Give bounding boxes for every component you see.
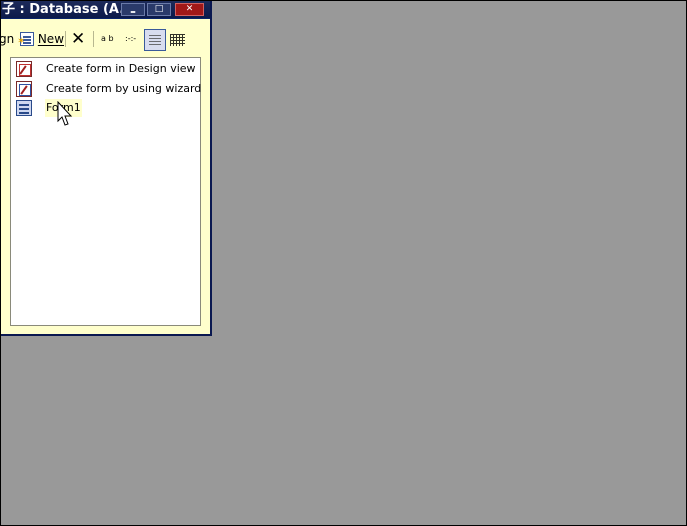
window-client-area: gn ✶ New ✕ a b :-:- Create form in Desig… bbox=[0, 19, 210, 334]
desktop-background: 子 : Database (A... ‗ □ ✕ gn ✶ New ✕ a b … bbox=[0, 0, 687, 526]
list-item-create-design-view[interactable]: Create form in Design view bbox=[11, 60, 200, 78]
delete-icon: ✕ bbox=[71, 29, 86, 49]
window-title: 子 : Database (A... bbox=[2, 2, 135, 17]
title-bar[interactable]: 子 : Database (A... ‗ □ ✕ bbox=[1, 1, 210, 18]
large-icons-icon: a b bbox=[101, 34, 114, 43]
list-item-label: Create form by using wizard bbox=[46, 82, 202, 95]
list-view-button[interactable] bbox=[144, 29, 166, 51]
details-view-icon bbox=[170, 34, 185, 46]
toolbar-separator bbox=[65, 31, 66, 47]
small-icons-button[interactable]: :-:- bbox=[125, 25, 136, 53]
minimize-button[interactable]: ‗ bbox=[121, 3, 145, 16]
small-icons-icon: :-:- bbox=[125, 34, 137, 43]
sparkle-icon: ✶ bbox=[17, 35, 26, 47]
delete-button[interactable]: ✕ bbox=[71, 25, 85, 53]
details-view-button[interactable] bbox=[169, 29, 187, 47]
design-button-label: gn bbox=[0, 32, 15, 46]
new-button[interactable]: ✶ New bbox=[17, 25, 65, 53]
objects-list[interactable]: Create form in Design view Create form b… bbox=[10, 57, 201, 326]
database-window[interactable]: 子 : Database (A... ‗ □ ✕ gn ✶ New ✕ a b … bbox=[0, 1, 212, 336]
new-button-label: New bbox=[37, 32, 65, 46]
list-item-create-wizard[interactable]: Create form by using wizard bbox=[11, 80, 202, 98]
mouse-pointer-icon bbox=[57, 101, 73, 126]
maximize-button[interactable]: □ bbox=[147, 3, 171, 16]
design-view-icon bbox=[16, 61, 32, 77]
list-item-label: Create form in Design view bbox=[46, 62, 196, 75]
list-item-form1[interactable]: Form1 bbox=[11, 99, 200, 117]
large-icons-button[interactable]: a b bbox=[101, 25, 114, 53]
toolbar-separator bbox=[93, 31, 94, 47]
toolbar: gn ✶ New ✕ a b :-:- bbox=[0, 25, 210, 53]
wizard-icon bbox=[16, 81, 32, 97]
design-button[interactable]: gn bbox=[0, 25, 14, 53]
form-icon bbox=[16, 100, 32, 116]
list-view-icon bbox=[149, 35, 161, 45]
new-form-icon: ✶ bbox=[17, 31, 34, 47]
close-button[interactable]: ✕ bbox=[175, 3, 204, 16]
